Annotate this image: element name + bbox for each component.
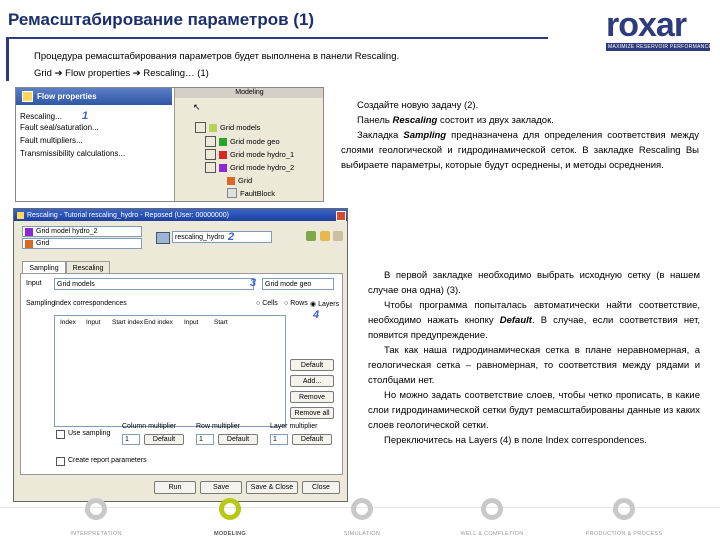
- window-icon: [17, 211, 24, 219]
- menu-item-rescaling[interactable]: Rescaling... 1: [20, 110, 88, 122]
- para2-p3: Так как наша гидродинамическая сетка в п…: [368, 345, 700, 386]
- window-title: Rescaling - Tutorial rescaling_hydro - R…: [27, 211, 229, 219]
- tree-item-grid-hydro-1[interactable]: Grid mode hydro_1: [205, 149, 294, 160]
- grid-field[interactable]: Grid: [22, 238, 142, 249]
- nav-ring-icon[interactable]: [613, 498, 635, 520]
- default-button[interactable]: Default: [290, 359, 334, 371]
- column-multiplier-input[interactable]: 1: [122, 434, 140, 445]
- header-side-rule: [6, 39, 9, 81]
- input-select[interactable]: Grid models: [54, 278, 254, 290]
- nav-ring-icon[interactable]: [219, 498, 241, 520]
- paragraph-create-task: Создайте новую задачу (2). Панель Rescal…: [341, 98, 699, 173]
- nav-item-simulation[interactable]: SIMULATION: [344, 531, 380, 537]
- remove-button[interactable]: Remove: [290, 391, 334, 403]
- radio-layers[interactable]: ◉ Layers: [310, 300, 339, 308]
- col-header: Input: [86, 319, 101, 326]
- tree-item-grid-models[interactable]: Grid models: [195, 122, 260, 133]
- tree-item-grid-hydro-2[interactable]: Grid mode hydro_2: [205, 162, 294, 173]
- nav-item-well-completion[interactable]: WELL & COMPLETION: [461, 531, 524, 537]
- marker-4: 4: [313, 309, 320, 321]
- save-button[interactable]: Save: [200, 481, 242, 494]
- close-window-icon[interactable]: [336, 211, 346, 221]
- flow-properties-menu-header[interactable]: Flow properties: [16, 88, 172, 105]
- use-sampling-label: Use sampling: [68, 430, 111, 437]
- col-header: Start: [214, 319, 228, 326]
- rescaling-dialog-screenshot: Rescaling - Tutorial rescaling_hydro - R…: [13, 208, 348, 502]
- roxar-logo: roxar MAXIMIZE RESERVOIR PERFORMANCE: [606, 6, 713, 54]
- modeling-header: Modeling: [175, 88, 323, 98]
- para2-p4: Но можно задать соответствие слоев, чтоб…: [368, 390, 700, 431]
- save-close-button[interactable]: Save & Close: [246, 481, 298, 494]
- index-correspondences-label: Index correspondences: [54, 300, 127, 307]
- task-edit-icon[interactable]: [320, 231, 330, 241]
- marker-3: 3: [250, 277, 257, 289]
- modeling-tree-panel: Modeling ↖ Grid models Grid mode geo Gri…: [174, 88, 323, 201]
- source-grid-select[interactable]: Grid mode geo: [262, 278, 334, 290]
- logo-tagline: MAXIMIZE RESERVOIR PERFORMANCE: [606, 43, 713, 51]
- column-multiplier-label: Column multiplier: [122, 423, 177, 430]
- col-header: Input: [184, 319, 199, 326]
- logo-word: roxar: [606, 6, 687, 44]
- add-button[interactable]: Add...: [290, 375, 334, 387]
- col-header: Index: [60, 319, 76, 326]
- use-sampling-checkbox[interactable]: [56, 430, 65, 439]
- cursor-icon: ↖: [193, 102, 201, 112]
- nav-item-modeling[interactable]: MODELING: [214, 531, 246, 537]
- flow-properties-icon: [22, 91, 33, 102]
- task-options-icon[interactable]: [306, 231, 316, 241]
- layer-default-button[interactable]: Default: [292, 434, 332, 445]
- nav-ring-icon[interactable]: [351, 498, 373, 520]
- radio-rows[interactable]: ○ Rows: [284, 300, 308, 307]
- intro-text: Процедура ремасштабирования параметров б…: [34, 48, 399, 82]
- menu-item-fault-multipliers[interactable]: Fault multipliers...: [20, 136, 83, 145]
- nav-ring-icon[interactable]: [481, 498, 503, 520]
- paragraph-sampling-explanation: В первой закладке необходимо выбрать исх…: [368, 268, 700, 448]
- row-multiplier-label: Row multiplier: [196, 423, 240, 430]
- remove-all-button[interactable]: Remove all: [290, 407, 334, 419]
- col-header: Start index: [112, 319, 144, 326]
- window-titlebar: Rescaling - Tutorial rescaling_hydro - R…: [14, 209, 347, 221]
- para2-p5: Переключитесь на Layers (4) в поле Index…: [384, 435, 647, 446]
- flow-properties-screenshot: Flow properties Rescaling... 1 Fault sea…: [15, 87, 324, 202]
- tree-item-grid-geo[interactable]: Grid mode geo: [205, 136, 280, 147]
- para1-line3: Закладка Sampling предназначена для опре…: [341, 130, 699, 171]
- nav-ring-icon[interactable]: [85, 498, 107, 520]
- tree-item-grid[interactable]: Grid: [227, 176, 252, 185]
- create-report-label: Create report parameters: [68, 457, 147, 464]
- para1-line2: Панель Rescaling состоит из двух закладо…: [357, 115, 554, 126]
- close-button[interactable]: Close: [302, 481, 340, 494]
- sampling-label: Sampling: [26, 300, 56, 307]
- marker-1: 1: [82, 110, 89, 122]
- nav-item-interpretation[interactable]: INTERPRETATION: [70, 531, 121, 537]
- layer-multiplier-label: Layer multiplier: [270, 423, 318, 430]
- input-label: Input: [26, 280, 42, 287]
- radio-cells[interactable]: ○ Cells: [256, 300, 278, 307]
- header-rule: [6, 37, 548, 39]
- para2-p1: В первой закладке необходимо выбрать исх…: [368, 270, 700, 296]
- para1-line1: Создайте новую задачу (2).: [357, 100, 479, 111]
- para2-p2: Чтобы программа попыталась автоматически…: [368, 300, 701, 341]
- intro-line-1: Процедура ремасштабирования параметров б…: [34, 51, 400, 62]
- layer-multiplier-input[interactable]: 1: [270, 434, 288, 445]
- create-report-checkbox[interactable]: [56, 457, 65, 466]
- menu-item-transmissibility[interactable]: Transmissibility calculations...: [20, 149, 125, 158]
- task-name-field[interactable]: rescaling_hydro: [172, 231, 272, 243]
- row-default-button[interactable]: Default: [218, 434, 258, 445]
- run-button[interactable]: Run: [154, 481, 196, 494]
- row-multiplier-input[interactable]: 1: [196, 434, 214, 445]
- intro-line-2: Grid ➔ Flow properties ➔ Rescaling… (1): [34, 68, 209, 79]
- col-header: End index: [144, 319, 173, 326]
- flow-properties-title: Flow properties: [37, 92, 97, 101]
- correspondence-table[interactable]: [54, 315, 286, 427]
- grid-model-field[interactable]: Grid model hydro_2: [22, 226, 142, 237]
- task-help-icon[interactable]: [333, 231, 343, 241]
- menu-item-fault-seal[interactable]: Fault seal/saturation...: [20, 123, 99, 132]
- page-title: Ремасштабирование параметров (1): [8, 10, 315, 29]
- nav-item-production-process[interactable]: PRODUCTION & PROCESS: [586, 531, 663, 537]
- tree-item-faultblock[interactable]: FaultBlock: [227, 188, 275, 198]
- task-icon[interactable]: [156, 232, 170, 244]
- marker-2: 2: [228, 231, 235, 243]
- column-default-button[interactable]: Default: [144, 434, 184, 445]
